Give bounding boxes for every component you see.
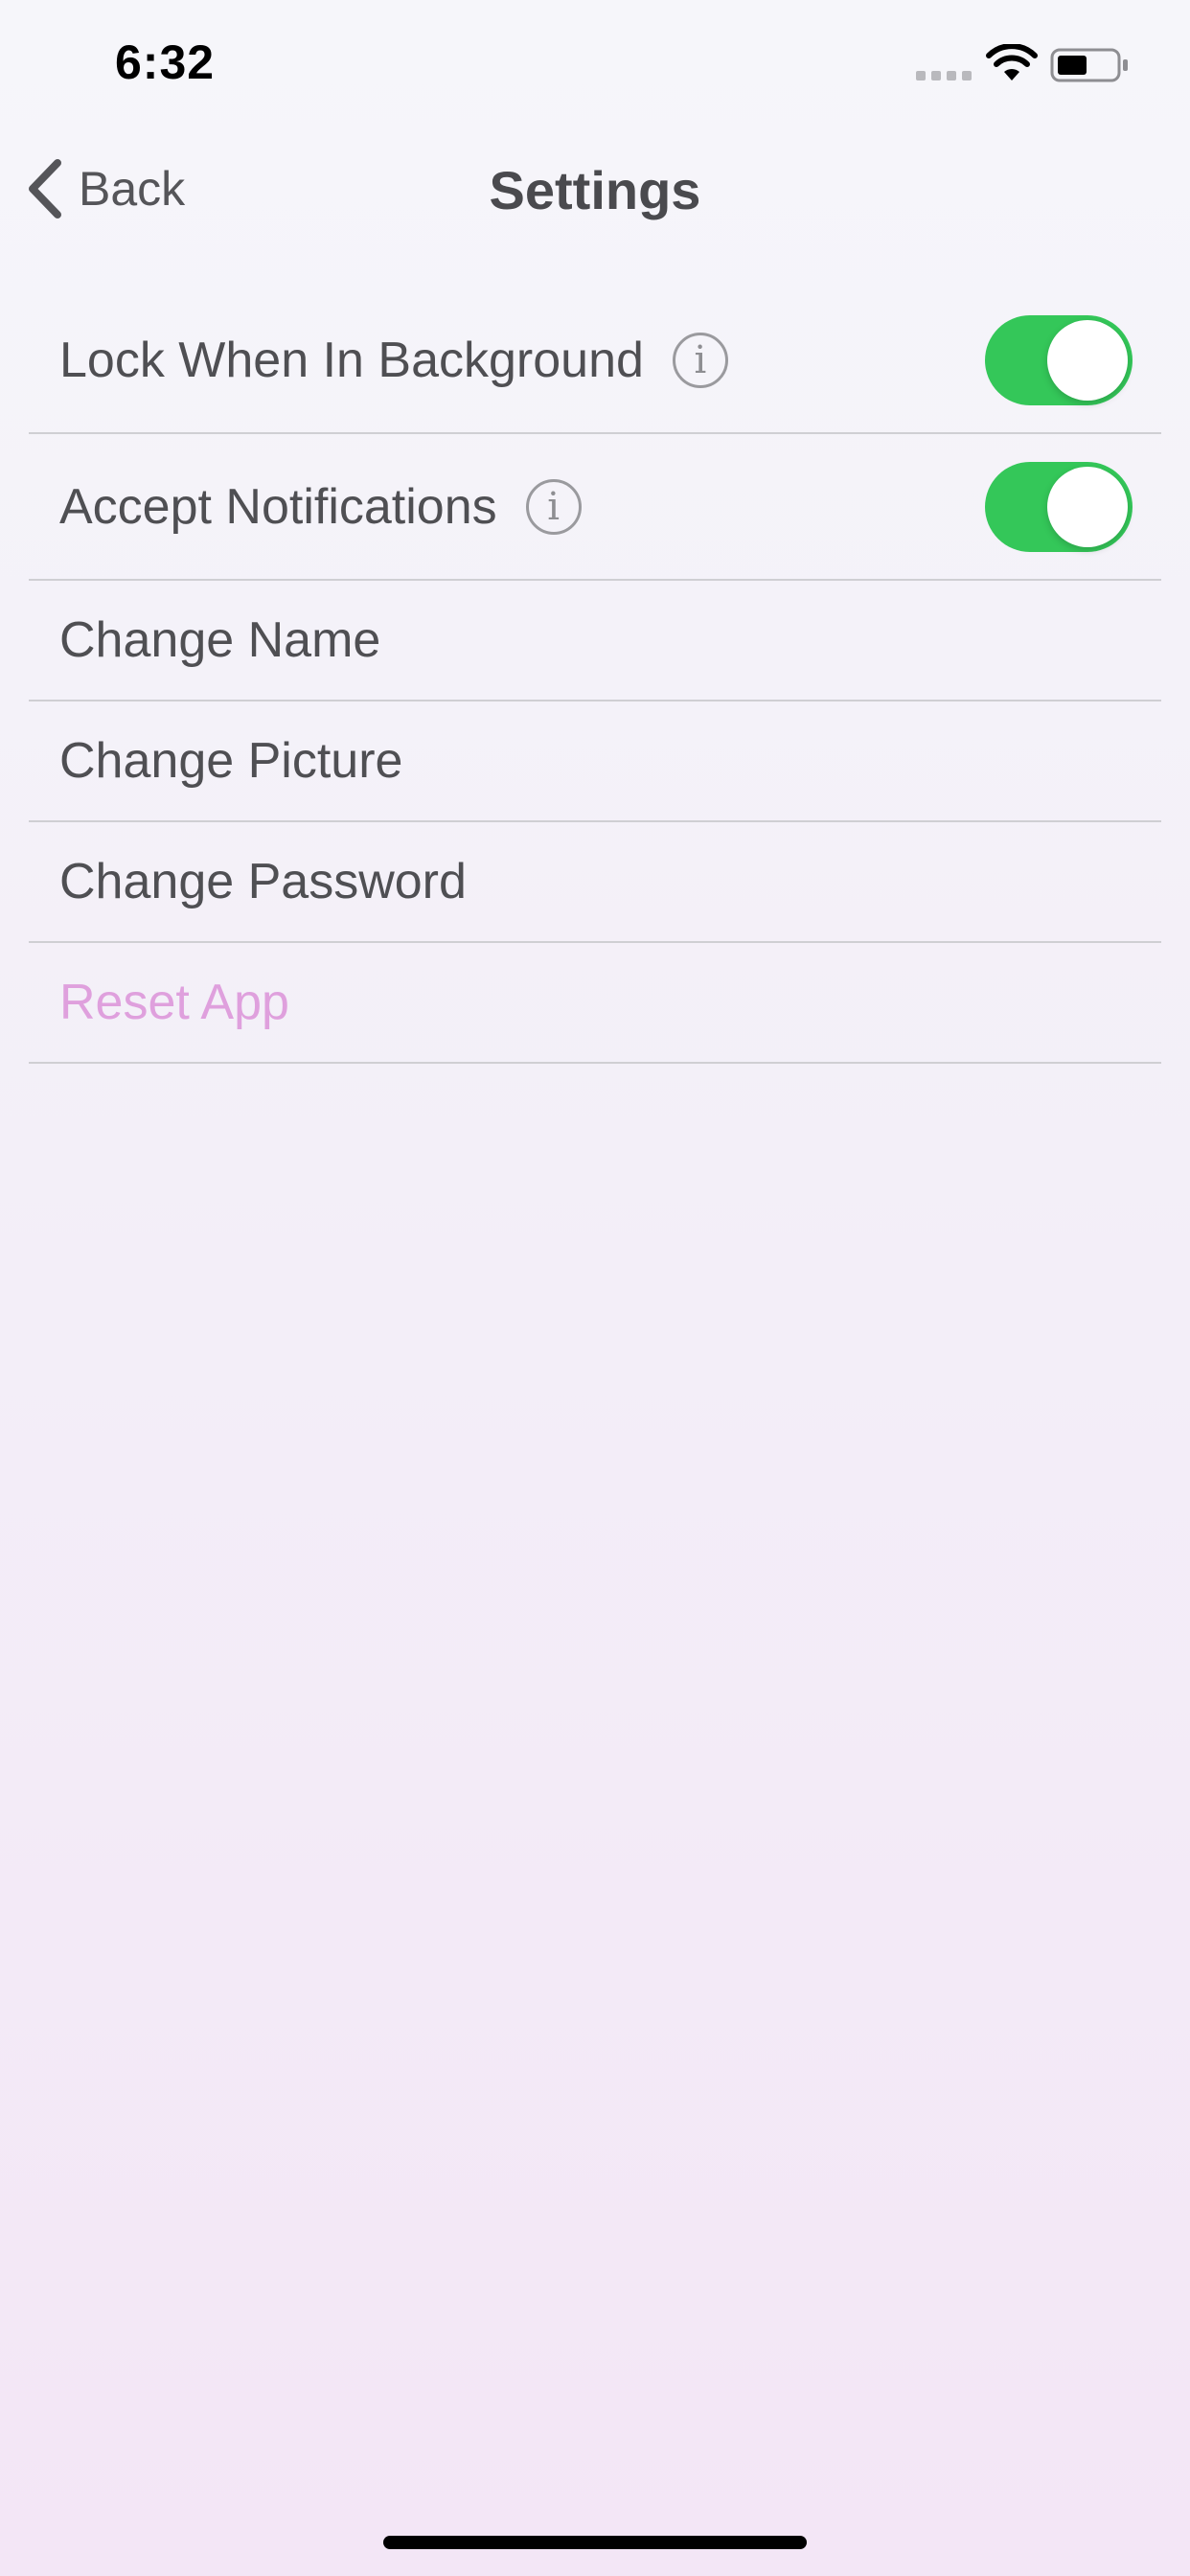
status-time: 6:32 xyxy=(115,35,216,89)
change-name-row[interactable]: Change Name xyxy=(29,581,1161,702)
wifi-icon xyxy=(985,44,1039,82)
reset-app-label: Reset App xyxy=(59,975,289,1030)
lock-in-background-row: Lock When In Background i xyxy=(29,288,1161,434)
accept-notifications-row: Accept Notifications i xyxy=(29,434,1161,581)
page-title: Settings xyxy=(489,160,701,220)
change-password-row[interactable]: Change Password xyxy=(29,822,1161,943)
change-picture-row[interactable]: Change Picture xyxy=(29,702,1161,822)
reset-app-row[interactable]: Reset App xyxy=(29,943,1161,1064)
home-indicator[interactable] xyxy=(383,2536,807,2549)
settings-screen: 6:32 Back Settings Lock When In Backgrou… xyxy=(0,0,1190,2576)
status-bar: 6:32 xyxy=(0,0,1190,126)
toggle-knob xyxy=(1047,466,1128,547)
info-icon[interactable]: i xyxy=(672,332,728,388)
lock-in-background-label: Lock When In Background xyxy=(59,332,644,388)
accept-notifications-toggle[interactable] xyxy=(985,461,1133,552)
battery-icon xyxy=(1050,46,1131,84)
accept-notifications-label: Accept Notifications xyxy=(59,478,497,535)
change-picture-label: Change Picture xyxy=(59,733,403,789)
navigation-bar: Back Settings xyxy=(0,126,1190,253)
change-name-label: Change Name xyxy=(59,612,381,668)
settings-list: Lock When In Background i Accept Notific… xyxy=(29,288,1161,1064)
info-icon[interactable]: i xyxy=(525,478,582,535)
change-password-label: Change Password xyxy=(59,854,467,909)
lock-in-background-toggle[interactable] xyxy=(985,314,1133,405)
signal-dots-icon xyxy=(916,69,973,82)
toggle-knob xyxy=(1047,319,1128,401)
